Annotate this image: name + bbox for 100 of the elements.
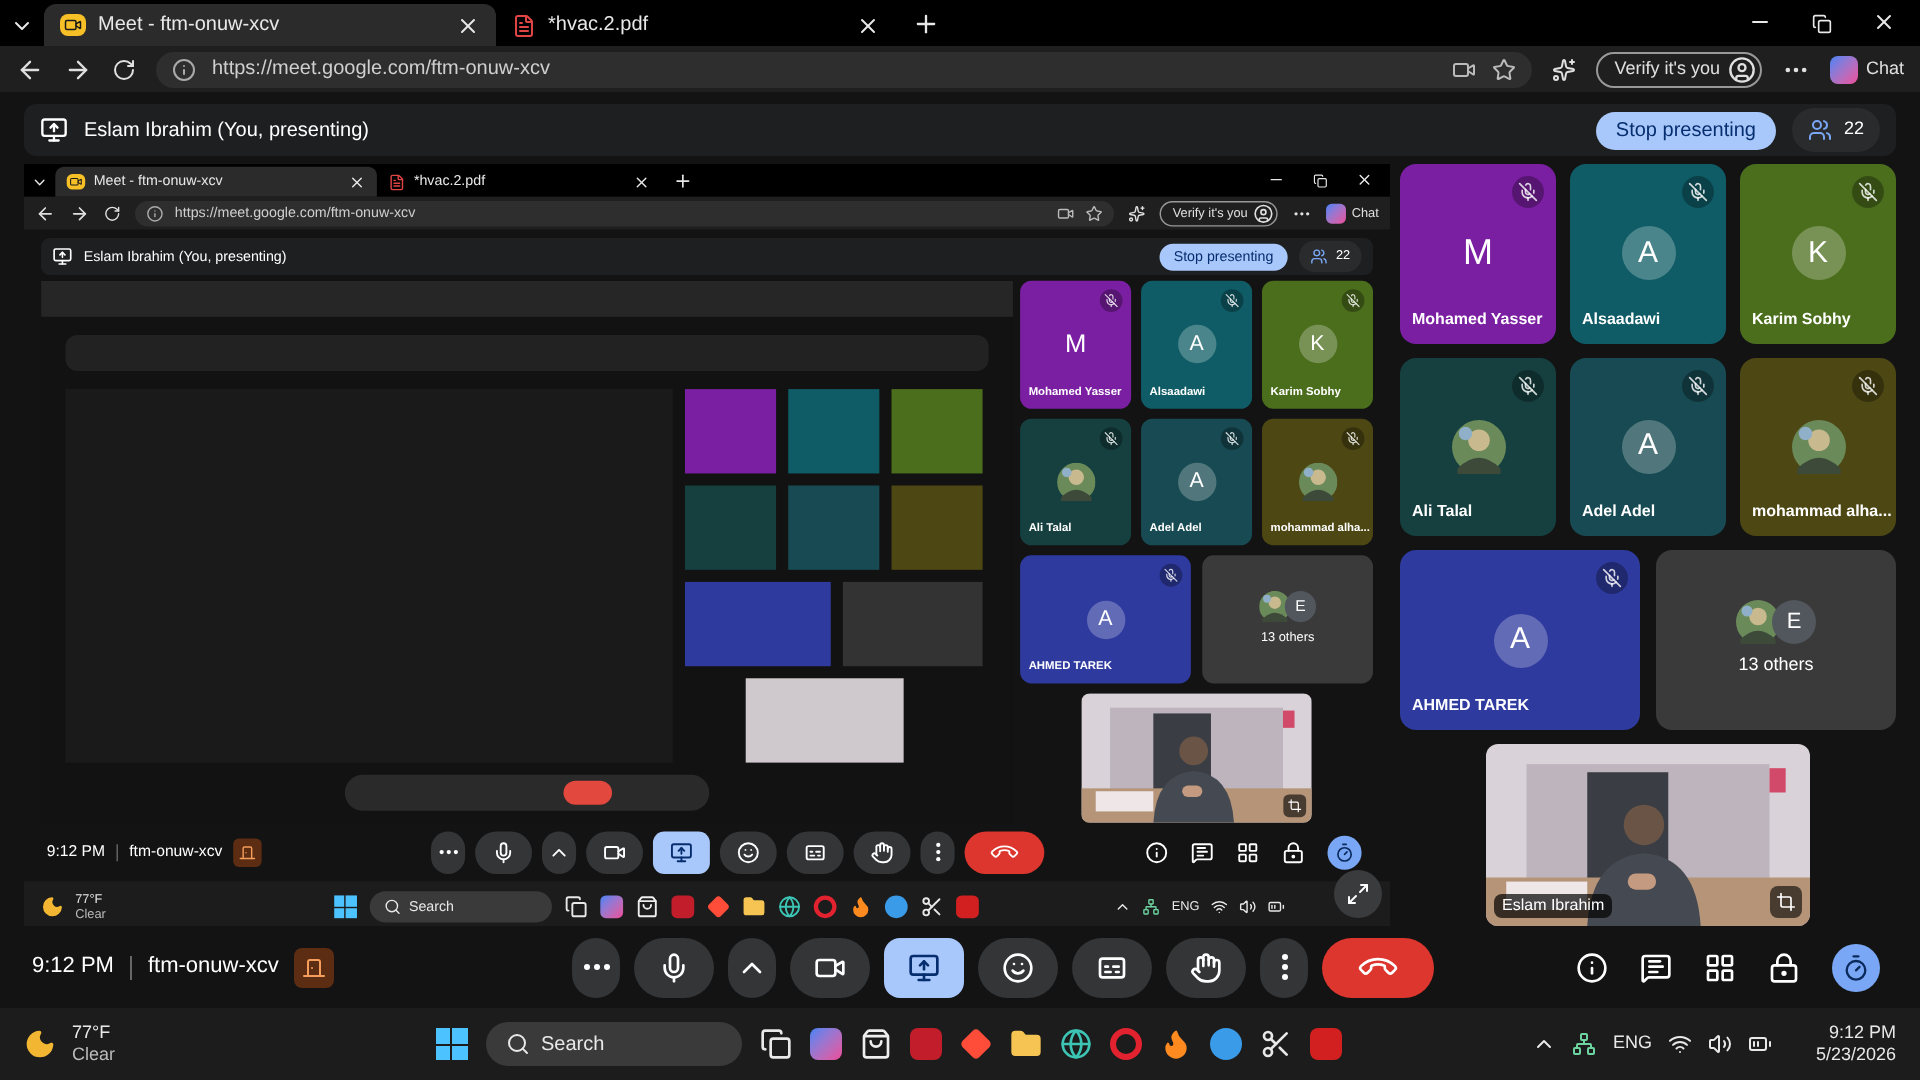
raise-hand-button[interactable] [1166, 937, 1247, 997]
timer-button[interactable] [1832, 943, 1880, 991]
wifi-icon[interactable] [1210, 898, 1228, 916]
emoji-icon [1002, 951, 1035, 983]
ring-icon[interactable] [813, 895, 836, 919]
restore-icon[interactable] [1812, 14, 1832, 34]
app-icon[interactable] [670, 895, 694, 919]
activities-icon[interactable] [1704, 951, 1736, 983]
folder-icon[interactable] [741, 895, 765, 919]
task-view-icon[interactable] [564, 895, 587, 919]
back-icon[interactable] [35, 203, 56, 224]
reload-icon[interactable] [112, 57, 136, 81]
volume-icon[interactable] [1708, 1032, 1732, 1056]
address-field[interactable]: https://meet.google.com/ftm-onuw-xcv [156, 51, 1533, 87]
timer-button[interactable] [1327, 834, 1362, 870]
camera-icon[interactable] [1057, 204, 1075, 222]
browser-tab[interactable]: *hvac.2.pdf [496, 4, 896, 46]
captions-button[interactable] [787, 830, 844, 874]
task-view-icon[interactable] [759, 1028, 791, 1060]
back-icon[interactable] [16, 55, 44, 83]
participant-initial: M [1064, 327, 1087, 362]
network-icon[interactable] [1143, 898, 1161, 916]
windows-icon[interactable] [333, 895, 357, 919]
emoji-button[interactable] [720, 830, 778, 874]
host-controls-icon[interactable] [233, 837, 263, 867]
crop-button[interactable] [1770, 886, 1802, 918]
chat-icon[interactable] [1640, 951, 1672, 983]
verify-button[interactable]: Verify it's you [1596, 51, 1762, 87]
star-icon[interactable] [1085, 204, 1103, 222]
people-button[interactable]: 22 [1791, 108, 1880, 152]
battery-icon[interactable] [1267, 898, 1285, 916]
browser-tab[interactable]: Meet - ftm-onuw-xcv [44, 4, 496, 46]
windows-icon[interactable] [435, 1028, 467, 1060]
crop-icon [1776, 892, 1796, 912]
bag-icon[interactable] [859, 1028, 891, 1060]
ring-icon[interactable] [1109, 1028, 1141, 1060]
camera-icon[interactable] [1452, 57, 1477, 81]
dots-icon [935, 842, 940, 862]
emoji-button[interactable] [978, 937, 1059, 997]
camera-button[interactable] [790, 937, 871, 997]
network-icon[interactable] [1572, 1032, 1597, 1056]
new-tab-icon[interactable] [912, 10, 940, 38]
clock-date[interactable]: 5/23/2026 [1815, 1044, 1896, 1066]
flame-icon[interactable] [1159, 1028, 1191, 1060]
door-icon [239, 843, 257, 861]
clock-time[interactable]: 9:12 PM [1828, 1022, 1896, 1044]
captions-button[interactable] [1072, 937, 1153, 997]
present-button[interactable] [653, 830, 711, 874]
meeting-code: ftm-onuw-xcv [147, 952, 279, 983]
host-lock-icon[interactable] [1281, 840, 1305, 864]
chat-icon[interactable] [1190, 840, 1214, 864]
activities-icon[interactable] [1236, 840, 1260, 864]
options-button[interactable] [728, 937, 777, 997]
scissors-icon[interactable] [919, 895, 943, 919]
leave-call-button[interactable] [964, 830, 1045, 874]
close-icon[interactable] [856, 13, 880, 37]
crop-button[interactable] [1283, 794, 1307, 818]
forward-icon[interactable] [64, 55, 92, 83]
folder-icon[interactable] [1009, 1028, 1041, 1060]
language-label[interactable]: ENG [1612, 1030, 1652, 1058]
info-icon[interactable] [146, 204, 164, 222]
host-lock-icon[interactable] [1768, 951, 1800, 983]
close-icon[interactable] [1355, 171, 1373, 189]
volume-icon[interactable] [1239, 898, 1257, 916]
diamond-icon[interactable] [706, 895, 730, 919]
taskbar-search-field[interactable]: Search [485, 1022, 741, 1066]
flame-icon[interactable] [848, 895, 872, 919]
app-icon[interactable] [909, 1028, 941, 1060]
options-button[interactable] [542, 830, 577, 874]
reload-icon[interactable] [103, 204, 121, 222]
menu-button[interactable] [920, 830, 955, 874]
battery-icon[interactable] [1748, 1032, 1772, 1056]
microphone-button[interactable] [634, 937, 715, 997]
stop-presenting-button[interactable]: Stop presenting [1595, 111, 1776, 149]
bag-icon[interactable] [635, 895, 658, 919]
tab-title: *hvac.2.pdf [548, 12, 651, 40]
menu-button[interactable] [1260, 937, 1309, 997]
tray-chevron-icon[interactable] [1114, 898, 1132, 916]
close-icon[interactable] [348, 173, 366, 191]
host-controls-icon[interactable] [294, 947, 335, 987]
close-icon[interactable] [1872, 10, 1896, 34]
camera-button[interactable] [586, 830, 644, 874]
close-icon[interactable] [456, 13, 480, 37]
new-tab-icon[interactable] [672, 171, 693, 192]
chat-button[interactable]: Chat [1829, 55, 1904, 83]
raise-hand-button[interactable] [853, 830, 911, 874]
microphone-button[interactable] [475, 830, 533, 874]
participant-name: mohammad alha... [1752, 500, 1892, 525]
present-button[interactable] [884, 937, 965, 997]
star-icon[interactable] [1492, 57, 1517, 81]
info-icon[interactable] [172, 57, 196, 81]
forward-icon[interactable] [69, 203, 90, 224]
raise-hand-icon [1190, 951, 1223, 983]
close-icon[interactable] [633, 173, 651, 191]
more-button[interactable] [572, 937, 621, 997]
diamond-icon[interactable] [959, 1028, 991, 1060]
captions-icon [804, 840, 827, 864]
scissors-icon[interactable] [1259, 1028, 1291, 1060]
leave-call-button[interactable] [1322, 937, 1435, 997]
more-button[interactable] [431, 830, 466, 874]
